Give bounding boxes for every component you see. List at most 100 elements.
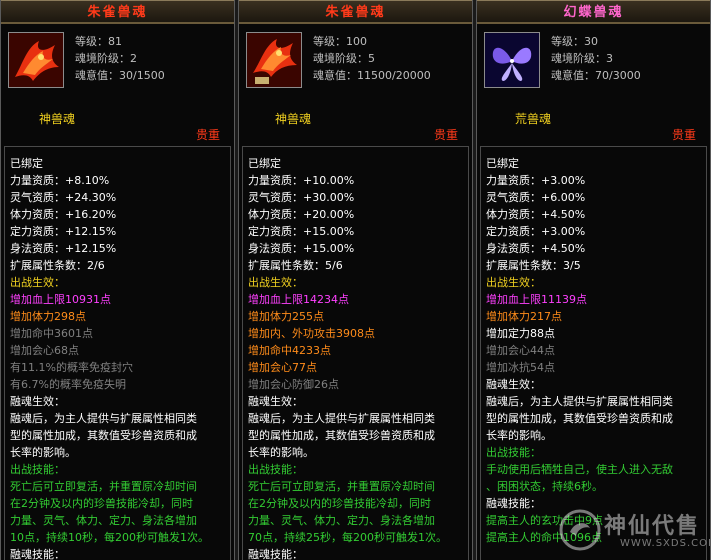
attr-line: 力量资质：+8.10% [10,174,110,187]
tier-label: 神兽魂 [275,112,312,126]
vermilion-bird-icon[interactable] [246,32,302,88]
attr-line: 定力资质：+3.00% [486,225,586,238]
battle-effect-line: 增加会心68点 [10,344,79,357]
fuse-skill-title: 融魂技能： [486,497,541,510]
bound-text: 已绑定 [248,157,281,170]
item-stats: 等级：30 魂境阶级：3 魂意值：70/3000 [551,33,641,84]
battle-effect-line: 增加体力255点 [248,310,324,323]
soul-value-text: 魂意值：11500/20000 [313,69,431,82]
item-stats: 等级：100 魂境阶级：5 魂意值：11500/20000 [313,33,431,84]
battle-skill-title: 出战技能： [10,463,65,476]
item-description: 已绑定 力量资质：+10.00% 灵气资质：+30.00% 体力资质：+20.0… [242,146,469,560]
fuse-effect-title: 融魂生效： [248,395,303,408]
fuse-skill-line: 提高主人的玄功击中9点 [486,514,603,527]
level-text: 等级：81 [75,35,122,48]
item-stats: 等级：81 魂境阶级：2 魂意值：30/1500 [75,33,165,84]
battle-effect-line: 增加内、外功攻击3908点 [248,327,375,340]
fuse-effect-line: 型的属性加成，其数值受珍兽资质和成 [486,412,673,425]
fuse-effect-line: 型的属性加成，其数值受珍兽资质和成 [10,429,197,442]
realm-text: 魂境阶级：5 [313,52,375,65]
bound-text: 已绑定 [10,157,43,170]
rarity-label: 贵重 [671,128,696,142]
ext-count-text: 扩展属性条数：5/6 [248,259,343,272]
realm-text: 魂境阶级：2 [75,52,137,65]
attr-line: 身法资质：+4.50% [486,242,586,255]
battle-skill-line: 在2分钟及以内的珍兽技能冷却，同时 [248,497,431,510]
battle-effect-line: 有6.7%的概率免疫失明 [10,378,126,391]
attr-line: 灵气资质：+30.00% [248,191,355,204]
battle-skill-line: 在2分钟及以内的珍兽技能冷却，同时 [10,497,193,510]
attr-line: 力量资质：+10.00% [248,174,355,187]
battle-effect-line: 增加会心防御26点 [248,378,339,391]
fuse-effect-title: 融魂生效： [486,378,541,391]
item-tooltip-panel-3: 幻蝶兽魂 等级：30 魂境阶级：3 魂意值：70/3000 荒兽魂 贵重 已绑定… [476,0,711,560]
battle-skill-line: 70点，持续25秒，每200秒可触发1次。 [248,531,447,544]
battle-effect-line: 增加命中4233点 [248,344,331,357]
item-title: 朱雀兽魂 [239,0,472,24]
battle-effect-line: 增加冰抗54点 [486,361,555,374]
battle-skill-line: 死亡后可立即复活，并重置原冷却时间 [10,480,197,493]
level-text: 等级：100 [313,35,367,48]
attr-line: 灵气资质：+24.30% [10,191,117,204]
battle-effect-line: 增加体力217点 [486,310,562,323]
attr-line: 定力资质：+12.15% [10,225,117,238]
battle-effect-line: 增加血上限14234点 [248,293,349,306]
attr-line: 体力资质：+20.00% [248,208,355,221]
item-description: 已绑定 力量资质：+8.10% 灵气资质：+24.30% 体力资质：+16.20… [4,146,231,560]
attr-line: 灵气资质：+6.00% [486,191,586,204]
realm-text: 魂境阶级：3 [551,52,613,65]
rarity-label: 贵重 [195,128,220,142]
battle-effect-line: 增加命中3601点 [10,327,93,340]
battle-effect-title: 出战生效： [248,276,303,289]
item-header: 等级：30 魂境阶级：3 魂意值：70/3000 [477,24,710,102]
soul-value-text: 魂意值：70/3000 [551,69,641,82]
vermilion-bird-icon[interactable] [8,32,64,88]
fuse-effect-line: 长率的影响。 [10,446,76,459]
battle-skill-title: 出战技能： [486,446,541,459]
battle-effect-title: 出战生效： [10,276,65,289]
battle-effect-line: 增加体力298点 [10,310,86,323]
fuse-effect-line: 融魂后，为主人提供与扩展属性相同类 [10,412,197,425]
battle-effect-line: 增加定力88点 [486,327,555,340]
fuse-effect-title: 融魂生效： [10,395,65,408]
battle-skill-line: 力量、灵气、体力、定力、身法各增加 [248,514,435,527]
battle-effect-line: 增加血上限10931点 [10,293,111,306]
tier-label: 神兽魂 [39,112,76,126]
fuse-effect-line: 型的属性加成，其数值受珍兽资质和成 [248,429,435,442]
level-text: 等级：30 [551,35,598,48]
attr-line: 力量资质：+3.00% [486,174,586,187]
attr-line: 体力资质：+16.20% [10,208,117,221]
battle-effect-line: 有11.1%的概率免疫封穴 [10,361,133,374]
battle-skill-line: 死亡后可立即复活，并重置原冷却时间 [248,480,435,493]
item-description: 已绑定 力量资质：+3.00% 灵气资质：+6.00% 体力资质：+4.50% … [480,146,707,560]
bound-text: 已绑定 [486,157,519,170]
fuse-effect-line: 融魂后，为主人提供与扩展属性相同类 [486,395,673,408]
item-tooltip-panel-2: 朱雀兽魂 等级：100 魂境阶级：5 魂意值：11500/20000 神兽魂 贵… [238,0,473,560]
soul-value-text: 魂意值：30/1500 [75,69,165,82]
attr-line: 身法资质：+12.15% [10,242,117,255]
item-title: 幻蝶兽魂 [477,0,710,24]
fuse-skill-title: 融魂技能： [248,548,303,560]
battle-effect-line: 增加会心77点 [248,361,317,374]
item-header: 等级：100 魂境阶级：5 魂意值：11500/20000 [239,24,472,102]
fuse-skill-line: 提高主人的命中1096点 [486,531,602,544]
battle-skill-line: 手动使用后牺牲自己，使主人进入无敌 [486,463,673,476]
ext-count-text: 扩展属性条数：2/6 [10,259,105,272]
attr-line: 身法资质：+15.00% [248,242,355,255]
item-title: 朱雀兽魂 [1,0,234,24]
battle-skill-line: 力量、灵气、体力、定力、身法各增加 [10,514,197,527]
fuse-effect-line: 融魂后，为主人提供与扩展属性相同类 [248,412,435,425]
phantom-butterfly-icon[interactable] [484,32,540,88]
attr-line: 定力资质：+15.00% [248,225,355,238]
fuse-effect-line: 长率的影响。 [248,446,314,459]
ext-count-text: 扩展属性条数：3/5 [486,259,581,272]
rarity-label: 贵重 [433,128,458,142]
battle-skill-line: 、困困状态，持续6秒。 [486,480,603,493]
battle-effect-title: 出战生效： [486,276,541,289]
battle-effect-line: 增加血上限11139点 [486,293,587,306]
battle-skill-line: 10点，持续10秒，每200秒可触发1次。 [10,531,209,544]
item-tooltip-panel-1: 朱雀兽魂 等级：81 魂境阶级：2 魂意值：30/1500 神兽魂 贵重 已绑定… [0,0,235,560]
battle-skill-title: 出战技能： [248,463,303,476]
attr-line: 体力资质：+4.50% [486,208,586,221]
fuse-skill-title: 融魂技能： [10,548,65,560]
